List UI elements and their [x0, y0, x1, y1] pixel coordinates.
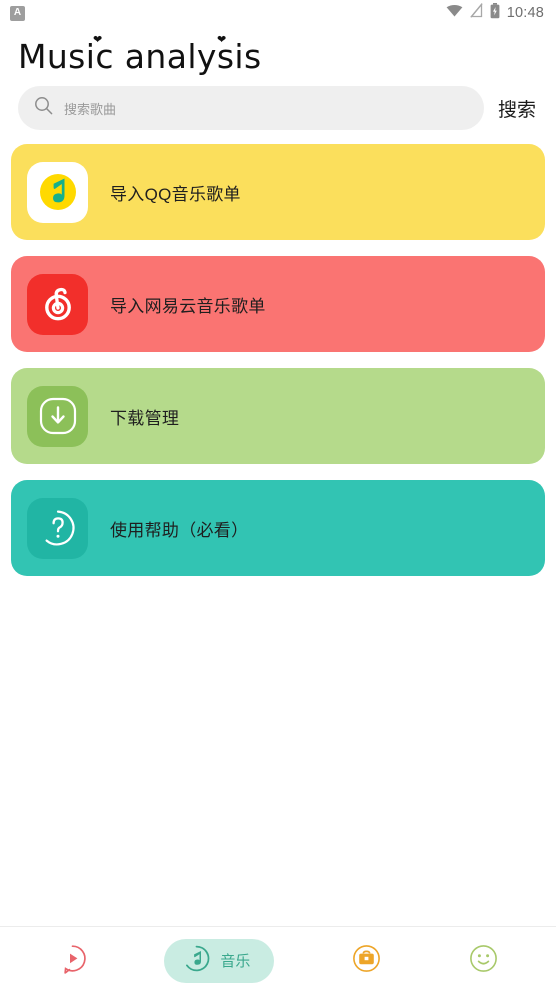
card-label: 导入网易云音乐歌单: [110, 296, 266, 316]
bottom-navigation-bar: 音乐: [0, 926, 556, 994]
qq-music-icon: [27, 161, 88, 223]
app-notification-icon: A: [10, 5, 25, 21]
nav-item-toolbox[interactable]: [341, 939, 392, 983]
smiley-face-icon: [468, 943, 499, 979]
card-download-manager[interactable]: 下载管理: [11, 368, 545, 464]
search-input[interactable]: 搜索歌曲: [18, 86, 484, 130]
status-bar-left: A: [10, 5, 25, 21]
play-bubble-icon: [57, 943, 88, 979]
status-bar-right: 10:48: [446, 2, 544, 24]
card-label: 导入QQ音乐歌单: [110, 184, 241, 204]
action-card-list: 导入QQ音乐歌单 导入网易云音乐歌单 下载管理 使用帮助（必看）: [0, 144, 556, 576]
help-question-icon: [27, 497, 88, 559]
page-title: Music analysis ❤ ❤: [18, 32, 262, 76]
status-bar-clock: 10:48: [506, 5, 544, 21]
card-usage-help[interactable]: 使用帮助（必看）: [11, 480, 545, 576]
status-bar: A 10:48: [0, 0, 556, 26]
heart-dot-icon: ❤: [217, 33, 227, 46]
search-button[interactable]: 搜索: [498, 95, 538, 122]
nav-item-label: 音乐: [220, 953, 251, 970]
card-label: 使用帮助（必看）: [110, 520, 249, 540]
nav-item-profile[interactable]: [458, 939, 509, 983]
music-note-icon: [182, 944, 211, 978]
card-import-netease-music[interactable]: 导入网易云音乐歌单: [11, 256, 545, 352]
wifi-icon: [446, 4, 463, 22]
download-icon: [27, 385, 88, 447]
search-row: 搜索歌曲 搜索: [0, 86, 556, 130]
search-placeholder-text: 搜索歌曲: [64, 101, 117, 117]
toolbox-icon: [351, 943, 382, 979]
nav-item-video[interactable]: [47, 939, 98, 983]
heart-dot-icon: ❤: [93, 33, 103, 46]
nav-item-music[interactable]: 音乐: [164, 938, 275, 983]
card-label: 下载管理: [110, 408, 180, 428]
battery-charging-icon: [490, 2, 500, 24]
netease-music-icon: [27, 273, 88, 335]
signal-off-icon: [469, 2, 483, 23]
card-import-qq-music[interactable]: 导入QQ音乐歌单: [11, 144, 545, 240]
search-icon: [34, 96, 53, 120]
